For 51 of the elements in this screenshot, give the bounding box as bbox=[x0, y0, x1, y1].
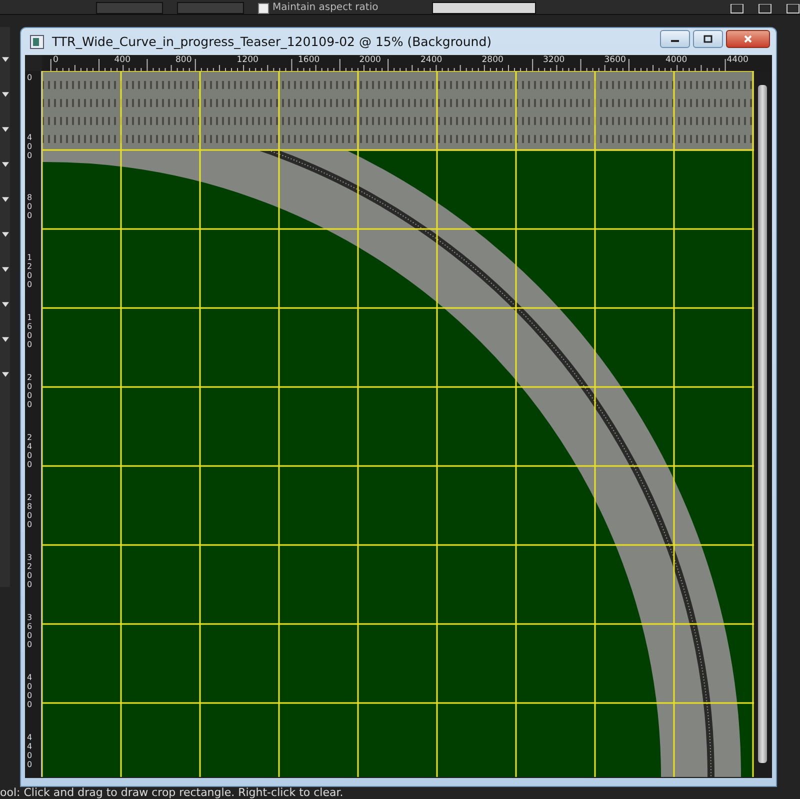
ruler-label: 2400 bbox=[27, 433, 34, 469]
ruler-label: 2000 bbox=[27, 373, 34, 409]
ruler-label: 1200 bbox=[27, 253, 34, 289]
ruler-label: 1600 bbox=[27, 313, 34, 349]
dropdown-arrow-icon[interactable] bbox=[2, 197, 8, 202]
ruler-label: 3200 bbox=[543, 55, 566, 65]
ruler-label: 3600 bbox=[27, 613, 34, 649]
image-icon[interactable] bbox=[730, 4, 744, 14]
dropdown-arrow-icon[interactable] bbox=[2, 267, 8, 272]
dropdown-arrow-icon[interactable] bbox=[2, 127, 8, 132]
maximize-icon bbox=[703, 34, 713, 42]
height-field[interactable] bbox=[176, 2, 244, 14]
ruler-label: 4000 bbox=[27, 673, 34, 709]
dropdown-arrow-icon[interactable] bbox=[2, 372, 8, 377]
minimize-button[interactable] bbox=[660, 30, 690, 48]
ruler-label: 800 bbox=[27, 193, 34, 220]
image-icon[interactable] bbox=[758, 4, 772, 14]
ruler-label: 400 bbox=[114, 55, 132, 65]
checkbox[interactable] bbox=[258, 2, 269, 14]
ruler-label: 2400 bbox=[420, 55, 444, 65]
ruler-label: 4400 bbox=[726, 55, 750, 65]
dropdown-arrow-icon[interactable] bbox=[2, 162, 8, 167]
checkbox-label: Maintain aspect ratio bbox=[272, 2, 378, 14]
dropdown-arrow-icon[interactable] bbox=[2, 302, 8, 307]
document-icon bbox=[30, 34, 44, 48]
dropdown-arrow-icon[interactable] bbox=[2, 57, 8, 62]
input-field[interactable] bbox=[432, 2, 536, 14]
image-icon[interactable] bbox=[786, 4, 800, 14]
ruler-label: 3600 bbox=[604, 55, 627, 65]
ruler-label: 1200 bbox=[236, 55, 260, 65]
scrollbar-thumb[interactable] bbox=[758, 85, 767, 763]
dropdown-arrow-icon[interactable] bbox=[2, 337, 8, 342]
maximize-button[interactable] bbox=[693, 30, 723, 48]
status-text: ool: Click and drag to draw crop rectangle. Right-click to clear. bbox=[0, 786, 344, 799]
ruler-label: 3200 bbox=[27, 553, 34, 589]
ruler-label: 4400 bbox=[27, 733, 34, 769]
ruler-label: 2800 bbox=[482, 55, 504, 65]
dropdown-arrow-icon[interactable] bbox=[2, 92, 8, 97]
ruler-label: 1600 bbox=[298, 55, 321, 65]
ruler-label: 0 bbox=[53, 55, 60, 65]
width-field[interactable] bbox=[96, 2, 163, 14]
ruler-label: 400 bbox=[27, 133, 34, 160]
ruler-label: 0 bbox=[27, 73, 34, 82]
ruler-label: 2000 bbox=[359, 55, 382, 65]
ruler-label: 800 bbox=[176, 55, 193, 65]
window-title: TTR_Wide_Curve_in_progress_Teaser_120109-02 @ 15% (Background) bbox=[52, 34, 493, 49]
ruler-label: 4000 bbox=[666, 55, 688, 65]
close-icon bbox=[743, 34, 753, 42]
ruler-label: 2800 bbox=[27, 493, 34, 529]
dropdown-arrow-icon[interactable] bbox=[2, 232, 8, 237]
close-button[interactable] bbox=[726, 30, 770, 48]
